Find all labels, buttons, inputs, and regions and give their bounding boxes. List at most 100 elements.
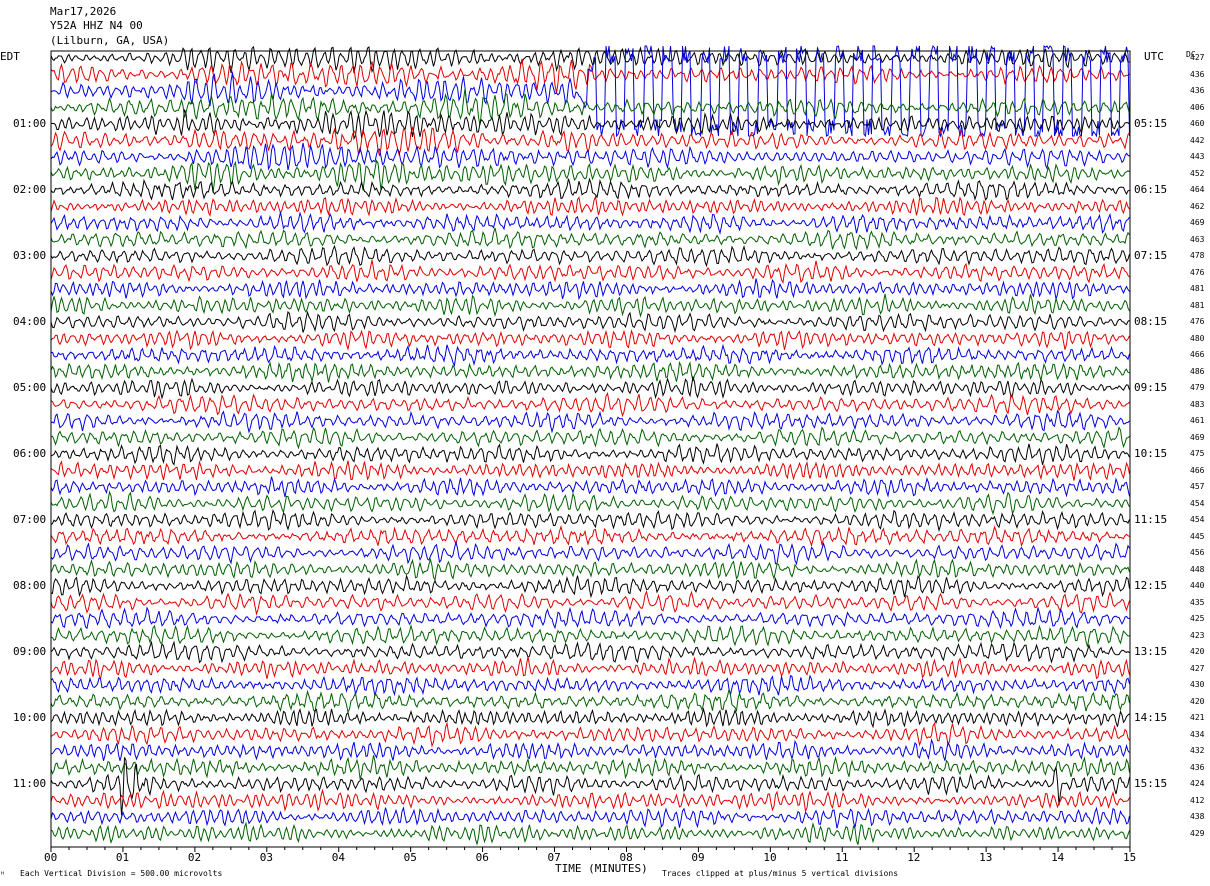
- trace-34: [50, 606, 1130, 630]
- left-hour-label: 06:00: [13, 447, 47, 460]
- right-hour-label: 07:15: [1134, 249, 1168, 262]
- dc-offset-value: 469: [1190, 218, 1205, 227]
- trace-47: [50, 821, 1130, 846]
- dc-offset-value: 461: [1190, 416, 1205, 425]
- x-tick-label: 00: [44, 851, 58, 864]
- trace-25: [50, 460, 1130, 481]
- trace-group: [50, 44, 1130, 846]
- dc-offset-value: 478: [1190, 251, 1205, 260]
- dc-offset-value: 466: [1190, 350, 1205, 359]
- dc-offset-value: 425: [1190, 614, 1205, 623]
- trace-43: [50, 755, 1130, 781]
- dc-offset-value: 427: [1190, 53, 1205, 62]
- trace-38: [50, 674, 1130, 697]
- trace-19: [50, 360, 1130, 383]
- right-hour-label: 08:15: [1134, 315, 1168, 328]
- x-ticks: [50, 847, 1131, 852]
- dc-offset-value: 434: [1190, 729, 1205, 739]
- left-hour-label: 11:00: [13, 777, 47, 790]
- dc-offset-value: 438: [1190, 812, 1205, 821]
- left-hour-label: 01:00: [13, 117, 47, 130]
- dc-offset-value: 469: [1190, 432, 1205, 442]
- trace-37: [50, 656, 1130, 681]
- dc-offset-value: 436: [1190, 86, 1205, 95]
- trace-22: [50, 409, 1130, 434]
- trace-30: [50, 540, 1130, 566]
- dc-offset-value: 427: [1190, 663, 1205, 673]
- trace-31: [50, 557, 1130, 582]
- trace-24: [50, 443, 1130, 466]
- dc-offset-value: 476: [1190, 317, 1205, 326]
- trace-16: [50, 310, 1130, 334]
- dc-offset-value: 454: [1190, 515, 1205, 524]
- trace-11: [50, 227, 1130, 251]
- left-hour-label: 09:00: [13, 645, 47, 658]
- x-tick-label: 09: [691, 851, 705, 864]
- trace-8: [50, 177, 1130, 201]
- x-tick-label: 10: [763, 851, 777, 864]
- dc-offset-value: 483: [1190, 399, 1205, 409]
- x-tick-label: 02: [187, 851, 202, 864]
- dc-offset-value: 452: [1190, 168, 1205, 178]
- dc-offset-value: 429: [1190, 828, 1205, 838]
- left-hour-label: 08:00: [13, 579, 47, 592]
- dc-offset-value: 424: [1190, 779, 1205, 788]
- trace-4: [50, 109, 1130, 141]
- trace-14: [50, 278, 1130, 301]
- dc-offset-value: 476: [1190, 267, 1205, 277]
- trace-32: [50, 573, 1130, 599]
- dc-offset-value: 440: [1190, 581, 1205, 590]
- dc-offset-value: 462: [1190, 201, 1205, 211]
- x-tick-label: 11: [835, 851, 849, 864]
- dc-offset-value: 420: [1190, 696, 1205, 706]
- dc-offset-value: 406: [1190, 102, 1205, 112]
- trace-46: [50, 806, 1130, 829]
- dc-offset-value: 463: [1190, 234, 1205, 244]
- dc-offset-value: 448: [1190, 564, 1205, 574]
- x-tick-label: 14: [1051, 851, 1065, 864]
- trace-10: [50, 211, 1130, 236]
- x-tick-label: 12: [907, 851, 921, 864]
- x-tick-label: 04: [331, 851, 345, 864]
- right-hour-label: 09:15: [1134, 381, 1168, 394]
- dc-offset-value: 436: [1190, 762, 1205, 772]
- dc-offset-value: 420: [1190, 647, 1205, 656]
- trace-29: [50, 525, 1130, 548]
- right-hour-label: 15:15: [1134, 777, 1168, 790]
- x-tick-label: 05: [403, 851, 417, 864]
- dc-offset-value: 475: [1190, 449, 1205, 458]
- dc-offset-value: 464: [1190, 185, 1205, 194]
- scale-note: Each Vertical Division = 500.00 microvol…: [20, 869, 223, 878]
- dc-offset-value: 479: [1190, 383, 1205, 392]
- dc-offset-value: 460: [1190, 119, 1205, 128]
- trace-21: [50, 391, 1130, 418]
- trace-17: [50, 329, 1130, 351]
- x-tick-label: 15: [1123, 851, 1137, 864]
- left-hour-label: 03:00: [13, 249, 47, 262]
- trace-42: [50, 738, 1130, 761]
- left-hour-label: 07:00: [13, 513, 47, 526]
- left-hour-label: 10:00: [13, 711, 47, 724]
- clip-note: Traces clipped at plus/minus 5 vertical …: [662, 869, 899, 878]
- x-tick-label: 06: [475, 851, 489, 864]
- corner-mark: ᴴ: [0, 870, 5, 879]
- trace-41: [50, 721, 1130, 748]
- left-hour-label: 05:00: [13, 381, 47, 394]
- x-tick-label: 01: [115, 851, 130, 864]
- dc-offset-value: 486: [1190, 366, 1205, 376]
- left-hour-label: 04:00: [13, 315, 47, 328]
- right-hour-label: 13:15: [1134, 645, 1168, 658]
- right-timezone-label: UTC: [1144, 50, 1164, 63]
- trace-40: [50, 707, 1130, 729]
- trace-27: [50, 490, 1130, 516]
- trace-39: [50, 689, 1130, 714]
- right-hour-label: 11:15: [1134, 513, 1168, 526]
- header-station: Y52A HHZ N4 00: [50, 19, 143, 32]
- trace-36: [50, 640, 1130, 664]
- trace-26: [50, 476, 1130, 498]
- dc-offset-value: 423: [1190, 630, 1205, 640]
- helicorder-plot: [50, 44, 1131, 852]
- trace-13: [50, 259, 1130, 285]
- trace-18: [50, 343, 1130, 368]
- trace-9: [50, 194, 1130, 217]
